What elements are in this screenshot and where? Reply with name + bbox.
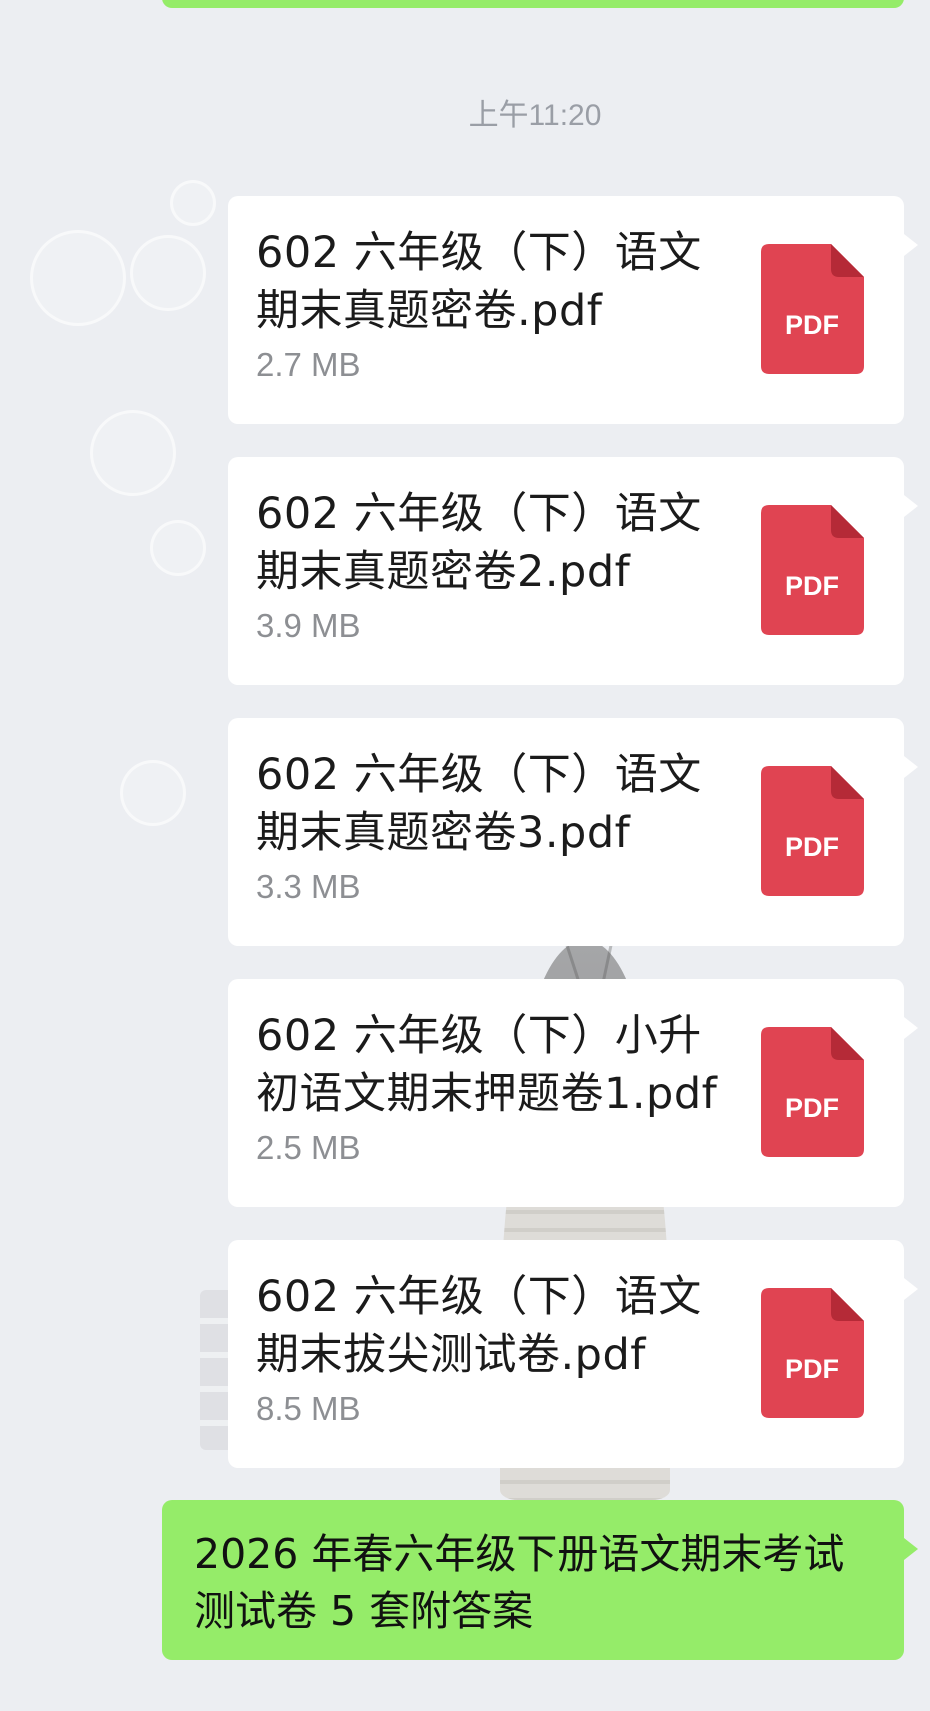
pdf-icon-label: PDF <box>785 1354 839 1384</box>
previous-message-bubble[interactable] <box>162 0 904 8</box>
file-message-card[interactable]: 602 六年级（下）语文期末拔尖测试卷.pdf 8.5 MB PDF <box>228 1240 918 1468</box>
file-name: 602 六年级（下）语文期末真题密卷3.pdf <box>256 750 702 858</box>
wallpaper-bubble <box>120 760 186 826</box>
file-name: 602 六年级（下）语文期末真题密卷.pdf <box>256 228 702 336</box>
file-size: 2.5 MB <box>256 1129 361 1166</box>
file-size: 2.7 MB <box>256 346 361 383</box>
pdf-file-icon: PDF <box>761 1288 864 1418</box>
pdf-icon-label: PDF <box>785 832 839 862</box>
pdf-icon-label: PDF <box>785 310 839 340</box>
file-size: 3.3 MB <box>256 868 361 905</box>
pdf-icon-label: PDF <box>785 571 839 601</box>
wallpaper-bubble <box>150 520 206 576</box>
pdf-file-icon: PDF <box>761 766 864 896</box>
wallpaper-bubble <box>130 235 206 311</box>
wallpaper-bubble <box>30 230 126 326</box>
wallpaper-bubble <box>90 410 176 496</box>
pdf-file-icon: PDF <box>761 1027 864 1157</box>
message-text: 2026 年春六年级下册语文期末考试测试卷 5 套附答案 <box>194 1530 845 1635</box>
file-name: 602 六年级（下）小升初语文期末押题卷1.pdf <box>256 1011 718 1119</box>
file-size: 8.5 MB <box>256 1390 361 1427</box>
message-timestamp: 上午11:20 <box>468 99 602 132</box>
pdf-file-icon: PDF <box>761 505 864 635</box>
file-message-card[interactable]: 602 六年级（下）语文期末真题密卷2.pdf 3.9 MB PDF <box>228 457 918 685</box>
file-size: 3.9 MB <box>256 607 361 644</box>
pdf-file-icon: PDF <box>761 244 864 374</box>
file-message-card[interactable]: 602 六年级（下）语文期末真题密卷.pdf 2.7 MB PDF <box>228 196 918 424</box>
file-name: 602 六年级（下）语文期末真题密卷2.pdf <box>256 489 702 597</box>
pdf-icon-label: PDF <box>785 1093 839 1123</box>
text-message-bubble[interactable]: 2026 年春六年级下册语文期末考试测试卷 5 套附答案 <box>162 1500 918 1660</box>
file-name: 602 六年级（下）语文期末拔尖测试卷.pdf <box>256 1272 702 1380</box>
file-message-card[interactable]: 602 六年级（下）小升初语文期末押题卷1.pdf 2.5 MB PDF <box>228 979 918 1207</box>
wallpaper-bubble <box>170 180 216 226</box>
file-message-card[interactable]: 602 六年级（下）语文期末真题密卷3.pdf 3.3 MB PDF <box>228 718 918 946</box>
